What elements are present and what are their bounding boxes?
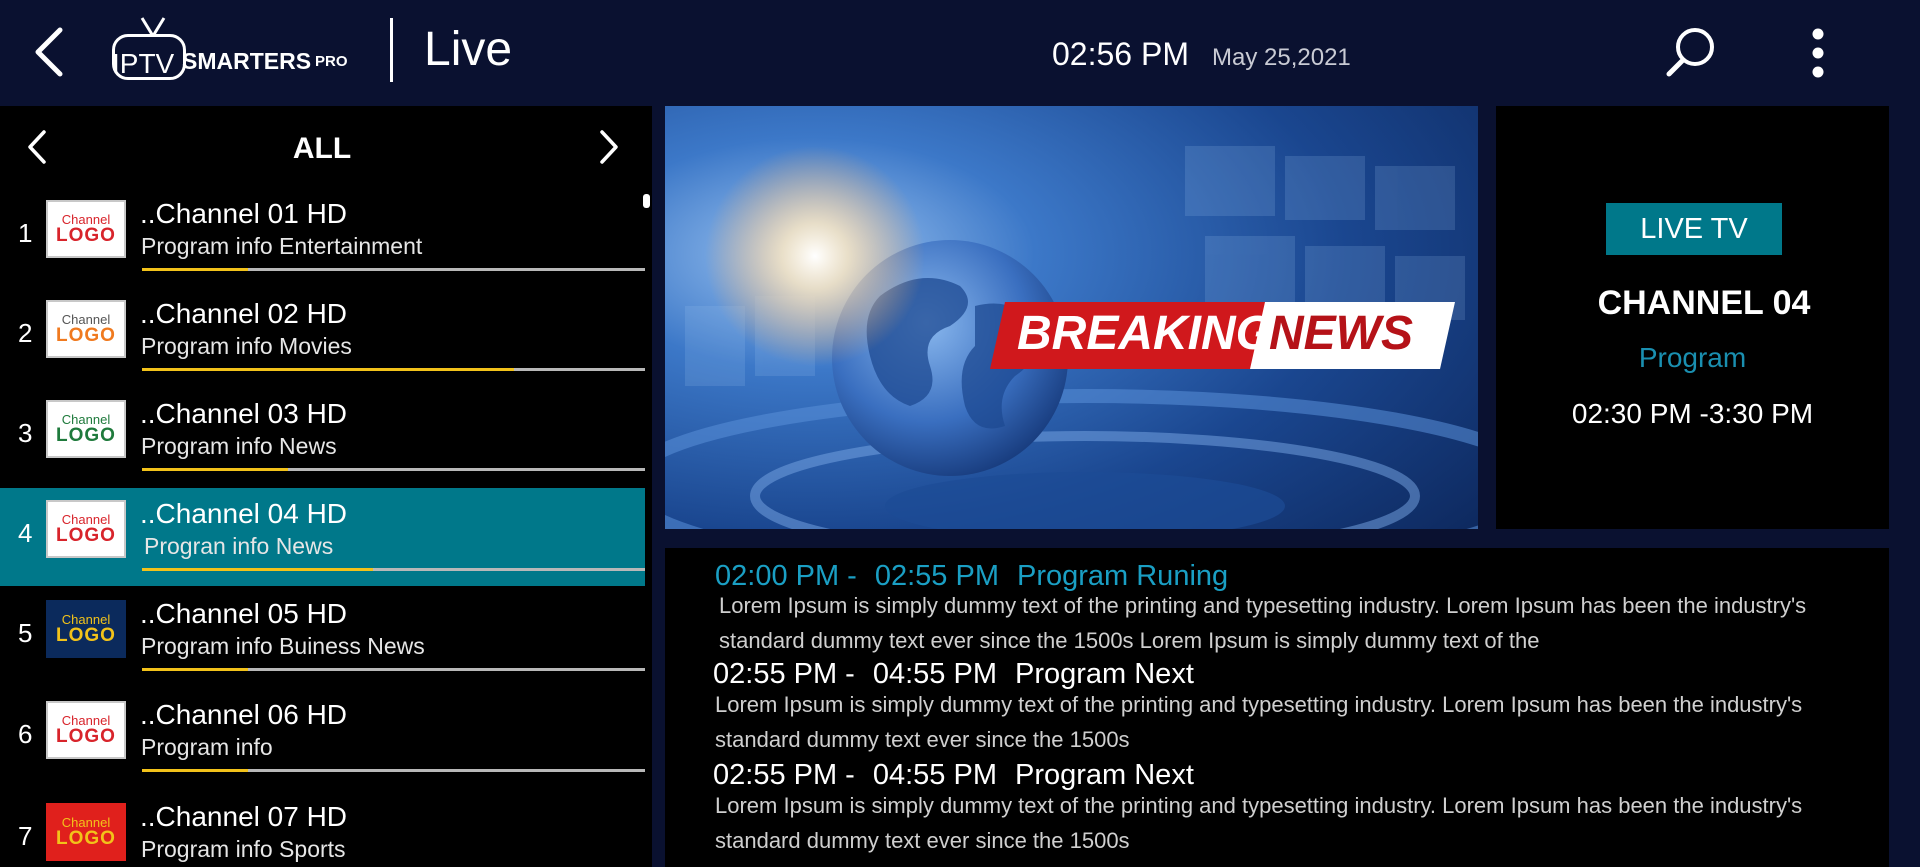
program-progress-fill <box>142 468 288 471</box>
channel-logo-bottom-text: LOGO <box>56 325 116 346</box>
channel-logo: Channel LOGO <box>46 600 126 658</box>
epg-start-time: 02:55 PM - <box>713 658 855 690</box>
channel-logo: Channel LOGO <box>46 300 126 358</box>
program-progress-fill <box>142 368 515 371</box>
channel-number: 3 <box>18 418 33 448</box>
program-progress-bar <box>142 568 645 571</box>
channel-name: ..Channel 01 HD <box>140 198 348 229</box>
channel-name: ..Channel 06 HD <box>140 699 348 730</box>
channel-row[interactable]: 6 Channel LOGO ..Channel 06 HD Program i… <box>0 689 645 787</box>
program-progress-bar <box>142 368 645 371</box>
now-playing-program: Program <box>1638 342 1747 373</box>
program-progress-fill <box>142 668 248 671</box>
channel-name: ..Channel 04 HD <box>140 498 348 529</box>
channel-number: 7 <box>18 821 33 851</box>
channel-program-info: Program info News <box>141 433 337 459</box>
epg-end-time: 04:55 PM <box>872 759 997 791</box>
chevron-right-icon[interactable] <box>596 128 622 166</box>
epg-start-time: 02:55 PM - <box>713 759 855 791</box>
program-progress-bar <box>142 268 645 271</box>
epg-end-time: 04:55 PM <box>872 658 997 690</box>
channel-program-info: Progran info News <box>144 533 334 559</box>
channel-number: 4 <box>18 518 33 548</box>
video-player[interactable]: BREAKING NEWS <box>665 106 1478 529</box>
live-tv-badge: LIVE TV <box>1606 203 1782 255</box>
now-playing-panel: LIVE TV CHANNEL 04 Program 02:30 PM -3:3… <box>1496 106 1889 529</box>
channel-program-info: Program info Buiness News <box>141 633 425 659</box>
channel-row[interactable]: 2 Channel LOGO ..Channel 02 HD Program i… <box>0 288 645 386</box>
category-label: ALL <box>292 132 352 165</box>
back-arrow-icon[interactable] <box>30 26 70 78</box>
channel-logo: Channel LOGO <box>46 701 126 759</box>
channel-logo: Channel LOGO <box>46 500 126 558</box>
channel-name: ..Channel 03 HD <box>140 398 348 429</box>
channel-number: 6 <box>18 719 33 749</box>
channel-logo: Channel LOGO <box>46 803 126 861</box>
channel-program-info: Program info Sports <box>141 836 346 862</box>
channel-name: ..Channel 07 HD <box>140 801 348 832</box>
channel-program-info: Program info Entertainment <box>141 233 423 259</box>
channel-name: ..Channel 05 HD <box>140 598 348 629</box>
channel-logo-bottom-text: LOGO <box>56 425 116 446</box>
logo-iptv-text: IPTV <box>112 48 175 79</box>
now-playing-channel: CHANNEL 04 <box>1597 284 1811 322</box>
channel-number: 5 <box>18 618 33 648</box>
channel-logo-bottom-text: LOGO <box>56 828 116 849</box>
epg-program-description: Lorem Ipsum is simply dummy text of the … <box>715 692 1803 752</box>
program-progress-fill <box>142 769 248 772</box>
channel-number: 2 <box>18 318 33 348</box>
search-icon[interactable] <box>1665 26 1717 80</box>
epg-program-title: Program Next <box>1014 759 1194 791</box>
channel-logo-bottom-text: LOGO <box>56 525 116 546</box>
current-time: 02:56 PM <box>1052 36 1189 72</box>
channel-name: ..Channel 02 HD <box>140 298 348 329</box>
more-vertical-icon[interactable] <box>1806 26 1830 80</box>
program-guide: 02:00 PM -02:55 PM Program Runing Lorem Ip… <box>665 548 1889 867</box>
epg-program-description: Lorem Ipsum is simply dummy text of the … <box>719 593 1807 653</box>
app-logo: IPTV SMARTERS PRO <box>108 10 358 90</box>
logo-smarters-text: SMARTERS <box>182 48 312 74</box>
current-date: May 25,2021 <box>1212 44 1351 71</box>
channel-number: 1 <box>18 218 33 248</box>
program-progress-fill <box>142 268 248 271</box>
channel-logo-bottom-text: LOGO <box>56 225 116 246</box>
program-progress-bar <box>142 668 645 671</box>
channel-logo: Channel LOGO <box>46 400 126 458</box>
epg-program-title: Program Next <box>1014 658 1194 690</box>
program-progress-bar <box>142 468 645 471</box>
channel-program-info: Program info Movies <box>141 333 352 359</box>
banner-news-text: NEWS <box>1269 307 1413 360</box>
channel-row[interactable]: 5 Channel LOGO ..Channel 05 HD Program i… <box>0 588 645 686</box>
channel-program-info: Program info <box>141 734 273 760</box>
channel-row[interactable]: 7 Channel LOGO ..Channel 07 HD Program i… <box>0 791 645 867</box>
channel-row[interactable]: 3 Channel LOGO ..Channel 03 HD Program i… <box>0 388 645 486</box>
channel-row[interactable]: 4 Channel LOGO ..Channel 04 HD Progran i… <box>0 488 645 586</box>
chevron-left-icon[interactable] <box>24 128 50 166</box>
epg-program-description: Lorem Ipsum is simply dummy text of the … <box>715 793 1803 853</box>
channel-logo-bottom-text: LOGO <box>56 625 116 646</box>
program-progress-fill <box>142 568 374 571</box>
top-bar: IPTV SMARTERS PRO Live 02:56 PM May 25,2… <box>0 0 1920 104</box>
channel-row[interactable]: 1 Channel LOGO ..Channel 01 HD Program i… <box>0 188 645 286</box>
program-progress-bar <box>142 769 645 772</box>
channel-logo-bottom-text: LOGO <box>56 726 116 747</box>
logo-pro-text: PRO <box>315 53 348 70</box>
channel-list-panel: ALL 1 Channel LOGO ..Channel 01 HD Progr… <box>0 106 652 867</box>
header-divider <box>390 18 393 82</box>
channel-logo: Channel LOGO <box>46 200 126 258</box>
now-playing-time: 02:30 PM -3:30 PM <box>1571 398 1814 429</box>
page-title: Live <box>424 23 513 76</box>
banner-breaking-text: BREAKING <box>1017 307 1274 360</box>
